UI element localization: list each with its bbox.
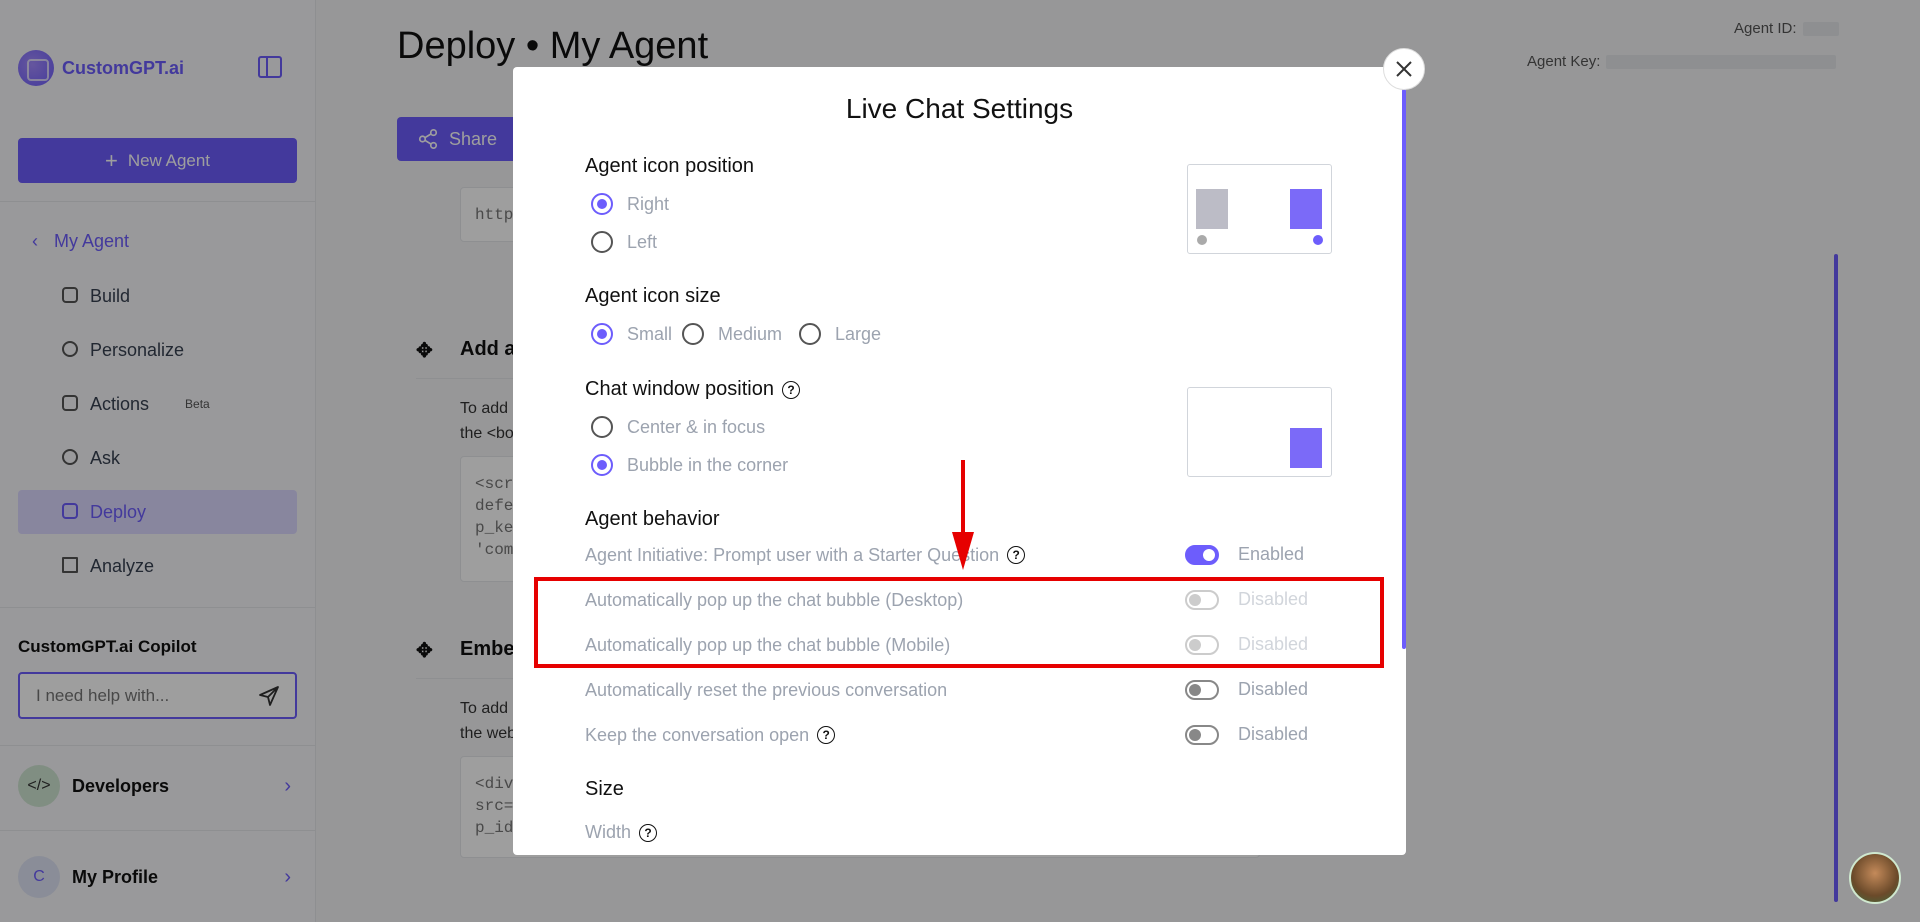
window-position-label: Chat window position <box>585 378 774 400</box>
live-chat-avatar[interactable] <box>1849 852 1901 904</box>
keep-open-toggle[interactable] <box>1185 725 1219 745</box>
radio-label: Large <box>835 323 882 344</box>
radio-label: Medium <box>718 323 783 344</box>
window-position-title: Chat window position ? <box>585 378 800 401</box>
toggle-row-reset: Automatically reset the previous convers… <box>585 676 1333 704</box>
toggle-label: Agent Initiative: Prompt user with a Sta… <box>585 544 1000 565</box>
preview-bubble-block <box>1290 428 1322 468</box>
icon-position-preview <box>1187 164 1332 254</box>
preview-right-dot <box>1313 235 1323 245</box>
radio-option-center[interactable]: Center & in focus <box>591 416 765 438</box>
radio-label: Right <box>627 193 670 214</box>
help-icon[interactable]: ? <box>639 823 658 842</box>
radio-button[interactable] <box>591 323 613 345</box>
annotation-highlight-box <box>534 577 1384 668</box>
radio-button[interactable] <box>591 231 613 253</box>
preview-right-block <box>1290 189 1322 229</box>
radio-button[interactable] <box>591 193 613 215</box>
close-modal-button[interactable] <box>1383 48 1425 90</box>
reset-conversation-toggle[interactable] <box>1185 680 1219 700</box>
toggle-status: Disabled <box>1238 724 1309 744</box>
window-position-preview <box>1187 387 1332 477</box>
preview-left-block <box>1196 189 1228 229</box>
radio-option-right[interactable]: Right <box>591 193 669 215</box>
close-icon <box>1396 61 1412 77</box>
radio-option-medium[interactable]: Medium <box>682 323 782 345</box>
radio-option-small[interactable]: Small <box>591 323 672 345</box>
icon-position-title: Agent icon position <box>585 155 755 177</box>
help-icon[interactable]: ? <box>782 380 800 399</box>
radio-label: Small <box>627 323 673 344</box>
toggle-label: Keep the conversation open <box>585 724 810 745</box>
width-label: Width <box>585 822 632 842</box>
radio-option-large[interactable]: Large <box>799 323 881 345</box>
radio-button[interactable] <box>682 323 704 345</box>
initiative-toggle[interactable] <box>1185 545 1219 565</box>
size-title: Size <box>585 778 624 800</box>
agent-behavior-title: Agent behavior <box>585 508 720 530</box>
radio-label: Left <box>627 231 658 252</box>
annotation-arrow-icon <box>952 460 974 570</box>
radio-button[interactable] <box>591 454 613 476</box>
radio-option-bubble[interactable]: Bubble in the corner <box>591 454 788 476</box>
radio-option-left[interactable]: Left <box>591 231 657 253</box>
radio-button[interactable] <box>799 323 821 345</box>
preview-left-dot <box>1197 235 1207 245</box>
modal-scrollbar[interactable] <box>1402 89 1406 649</box>
icon-size-title: Agent icon size <box>585 285 721 307</box>
width-label-row: Width ? <box>585 822 658 843</box>
toggle-label: Automatically reset the previous convers… <box>585 679 948 700</box>
toggle-status: Disabled <box>1238 679 1309 699</box>
radio-label: Bubble in the corner <box>627 454 789 475</box>
toggle-row-keep-open: Keep the conversation open? Disabled <box>585 721 1333 749</box>
radio-label: Center & in focus <box>627 416 766 437</box>
modal-title: Live Chat Settings <box>845 93 1074 124</box>
radio-button[interactable] <box>591 416 613 438</box>
help-icon[interactable]: ? <box>817 726 836 744</box>
toggle-status: Enabled <box>1238 544 1305 564</box>
help-icon[interactable]: ? <box>1007 546 1026 564</box>
